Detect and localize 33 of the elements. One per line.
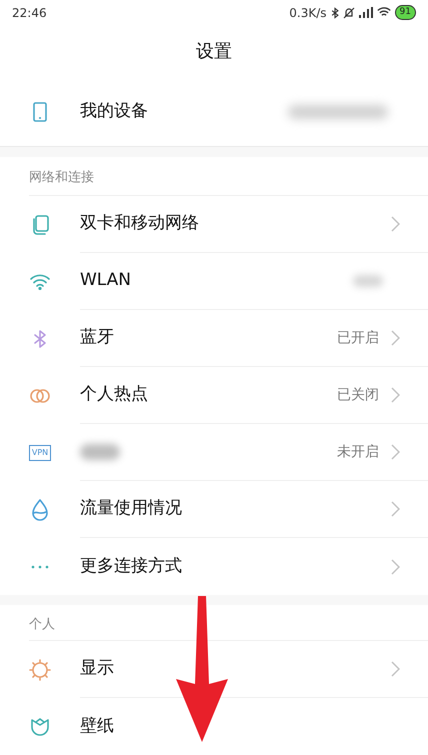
linked-rings-icon [29, 388, 51, 404]
row-value: 已关闭 [337, 386, 379, 404]
signal-icon [358, 7, 373, 18]
water-drop-icon [31, 498, 49, 520]
row-label: 蓝牙 [80, 326, 114, 350]
tulip-icon [30, 716, 50, 736]
row-value: 已开启 [337, 328, 379, 348]
page-title: 设置 [196, 40, 232, 64]
settings-row[interactable]: 我的设备 [0, 77, 428, 147]
row-label: 个人热点 [80, 383, 148, 406]
status-time: 22:46 [12, 4, 47, 22]
vpn-icon: VPN [28, 444, 52, 460]
bluetooth-icon [330, 6, 339, 19]
row-label: 流量使用情况 [80, 497, 182, 520]
network-speed: 0.3K/s [289, 4, 327, 22]
wifi-icon [30, 274, 50, 290]
more-dots-icon [31, 564, 49, 568]
row-label: 双卡和移动网络 [80, 212, 199, 236]
row-value: 未开启 [337, 442, 379, 462]
row-label: 显示 [80, 657, 114, 680]
row-label: 我的设备 [80, 100, 148, 123]
battery-indicator: 91 [394, 5, 416, 20]
sun-icon [29, 658, 51, 680]
sim-cards-icon [31, 214, 49, 234]
alarm-off-icon [342, 6, 355, 19]
row-label: 更多连接方式 [80, 554, 182, 578]
row-label: 壁纸 [80, 714, 114, 738]
section-header: 网络和连接 [29, 168, 94, 186]
wifi-icon [376, 7, 391, 18]
phone-icon [33, 102, 47, 122]
section-header: 个人 [29, 616, 55, 634]
bluetooth-icon [33, 328, 47, 348]
row-label: WLAN [80, 269, 132, 292]
